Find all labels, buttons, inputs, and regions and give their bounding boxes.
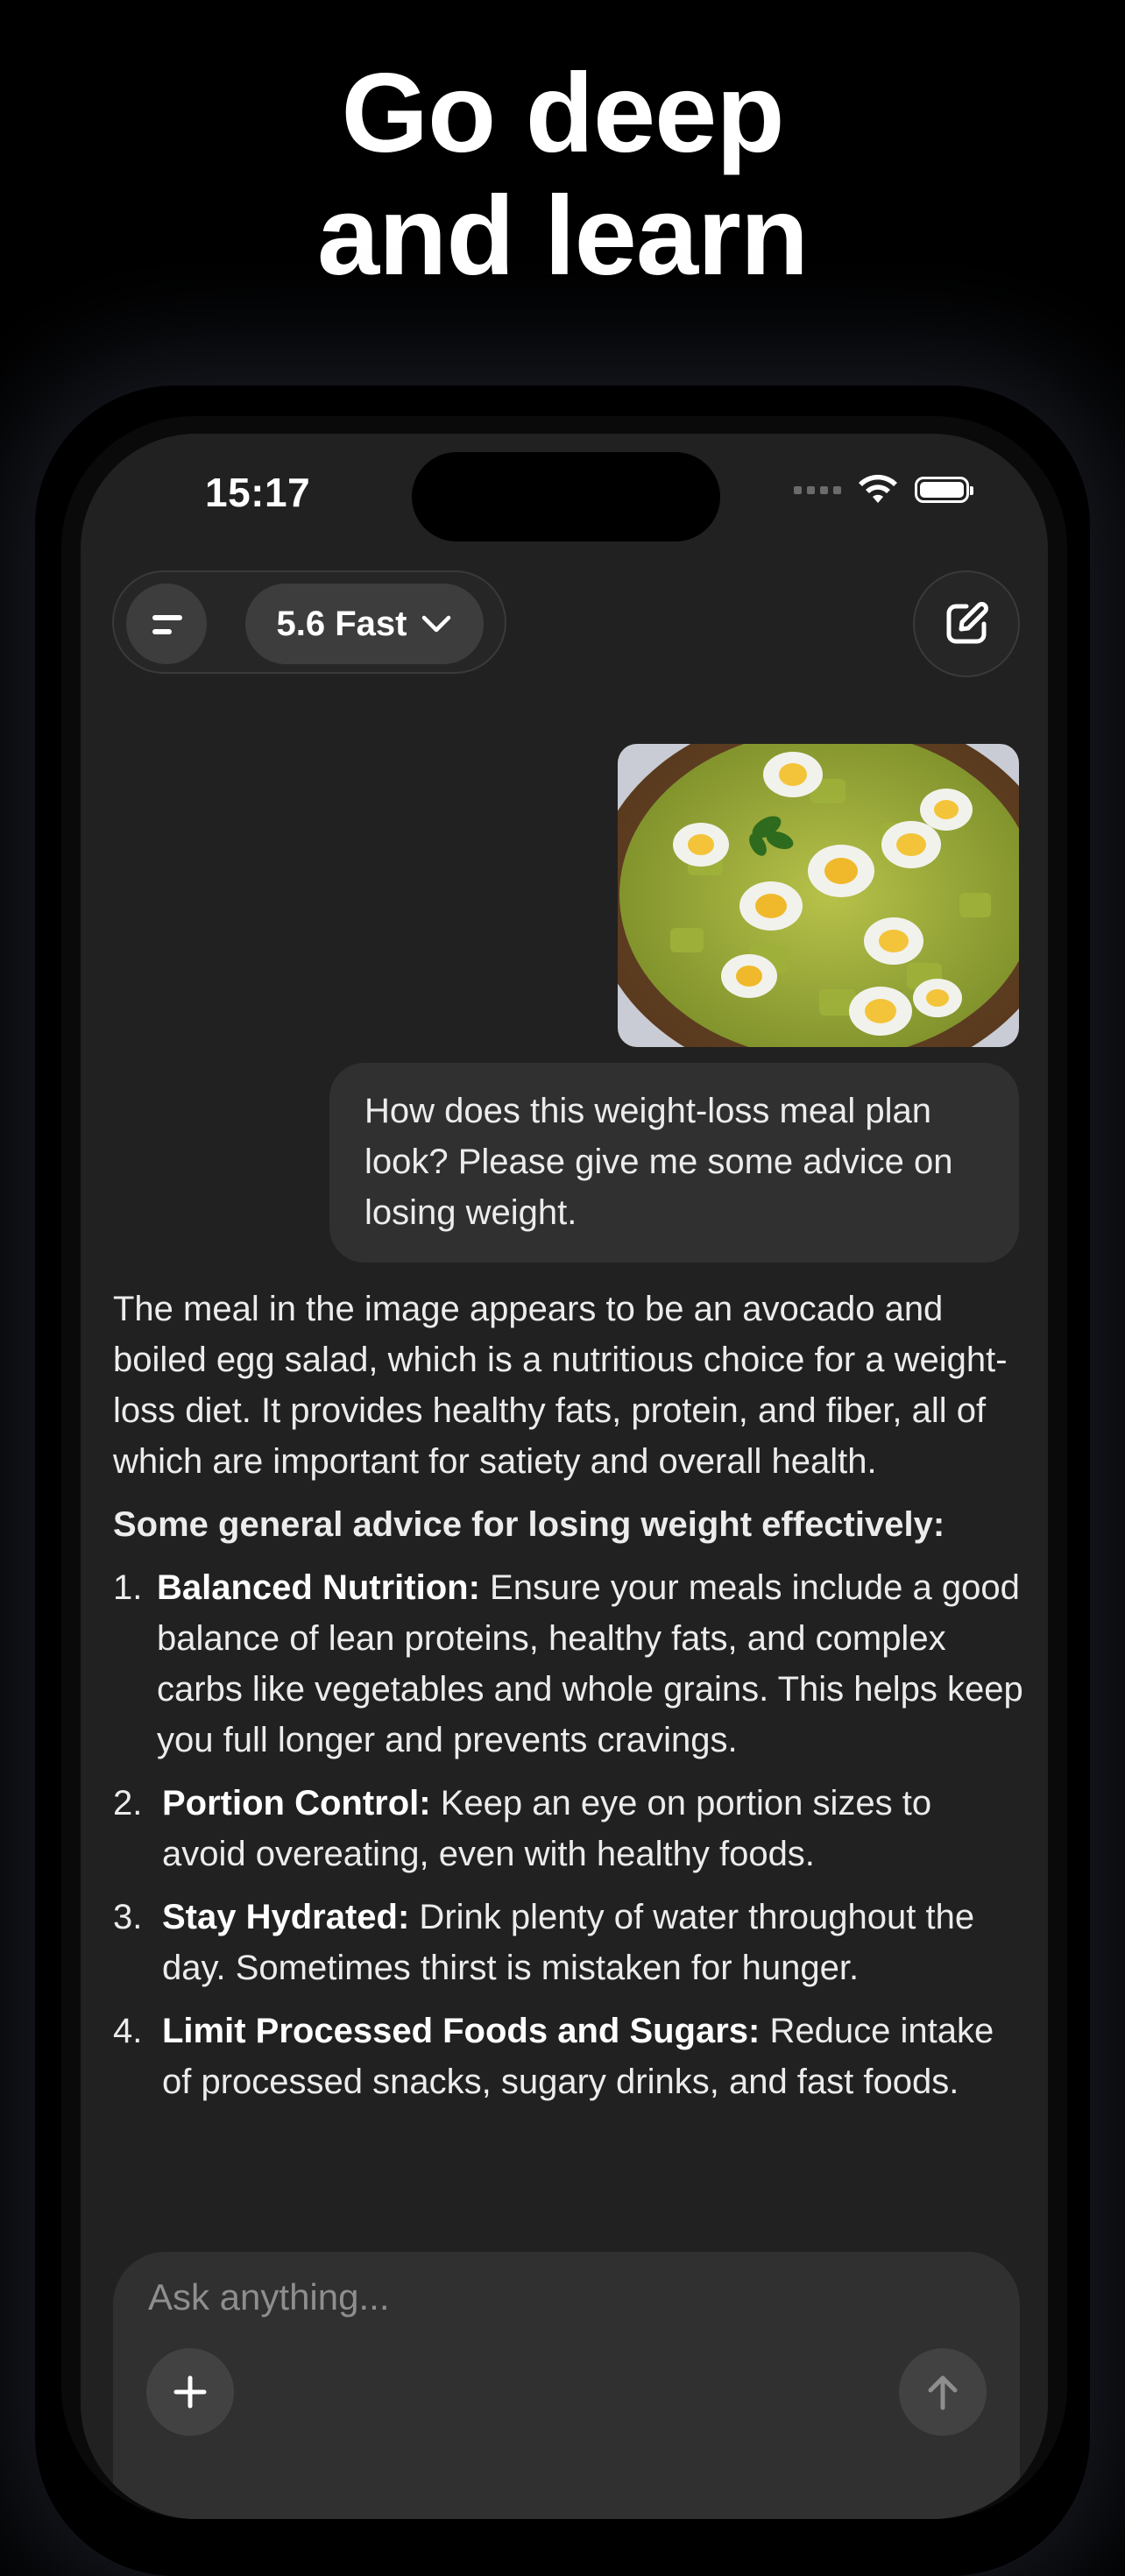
response-subheading: Some general advice for losing weight ef… bbox=[113, 1505, 945, 1544]
user-message-bubble: How does this weight-loss meal plan look… bbox=[329, 1063, 1019, 1263]
sidebar-menu-button[interactable] bbox=[126, 584, 207, 664]
plus-icon bbox=[173, 2375, 207, 2409]
dynamic-island bbox=[412, 452, 720, 541]
headline-line-1: Go deep bbox=[341, 51, 784, 176]
assistant-response: The meal in the image appears to be an a… bbox=[113, 1284, 1024, 2120]
chevron-down-icon bbox=[422, 615, 451, 633]
list-item: 2. Portion Control: Keep an eye on porti… bbox=[113, 1784, 932, 1873]
list-item: 3. Stay Hydrated: Drink plenty of water … bbox=[113, 1898, 975, 1987]
attached-meal-photo[interactable] bbox=[618, 744, 1019, 1047]
new-chat-button[interactable] bbox=[913, 570, 1020, 677]
arrow-up-icon bbox=[928, 2375, 958, 2410]
headline: Go deep and learn bbox=[0, 53, 1125, 298]
send-button[interactable] bbox=[899, 2348, 987, 2436]
message-composer: Ask anything... bbox=[113, 2252, 1020, 2519]
avocado-egg-salad-image bbox=[618, 744, 1019, 1047]
status-time: 15:17 bbox=[205, 470, 311, 515]
response-intro: The meal in the image appears to be an a… bbox=[113, 1290, 1008, 1481]
headline-line-2: and learn bbox=[316, 173, 809, 299]
compose-icon bbox=[946, 602, 988, 644]
battery-icon bbox=[915, 477, 973, 503]
ask-input[interactable]: Ask anything... bbox=[148, 2276, 389, 2318]
toolbar-pill: 5.6 Fast bbox=[112, 570, 506, 674]
cellular-signal-icon bbox=[794, 485, 841, 494]
advice-list: 1. Balanced Nutrition: Ensure your meals… bbox=[113, 1562, 1024, 2107]
list-item: 4. Limit Processed Foods and Sugars: Red… bbox=[113, 2012, 994, 2101]
model-label: 5.6 Fast bbox=[276, 604, 407, 643]
wifi-icon bbox=[859, 474, 897, 503]
menu-icon bbox=[152, 615, 182, 620]
model-selector-button[interactable]: 5.6 Fast bbox=[245, 584, 484, 664]
list-item: 1. Balanced Nutrition: Ensure your meals… bbox=[113, 1568, 1023, 1759]
status-icons bbox=[794, 474, 973, 506]
add-attachment-button[interactable] bbox=[146, 2348, 234, 2436]
phone-screen: 15:17 5.6 Fast How does this weight-loss… bbox=[81, 434, 1048, 2519]
